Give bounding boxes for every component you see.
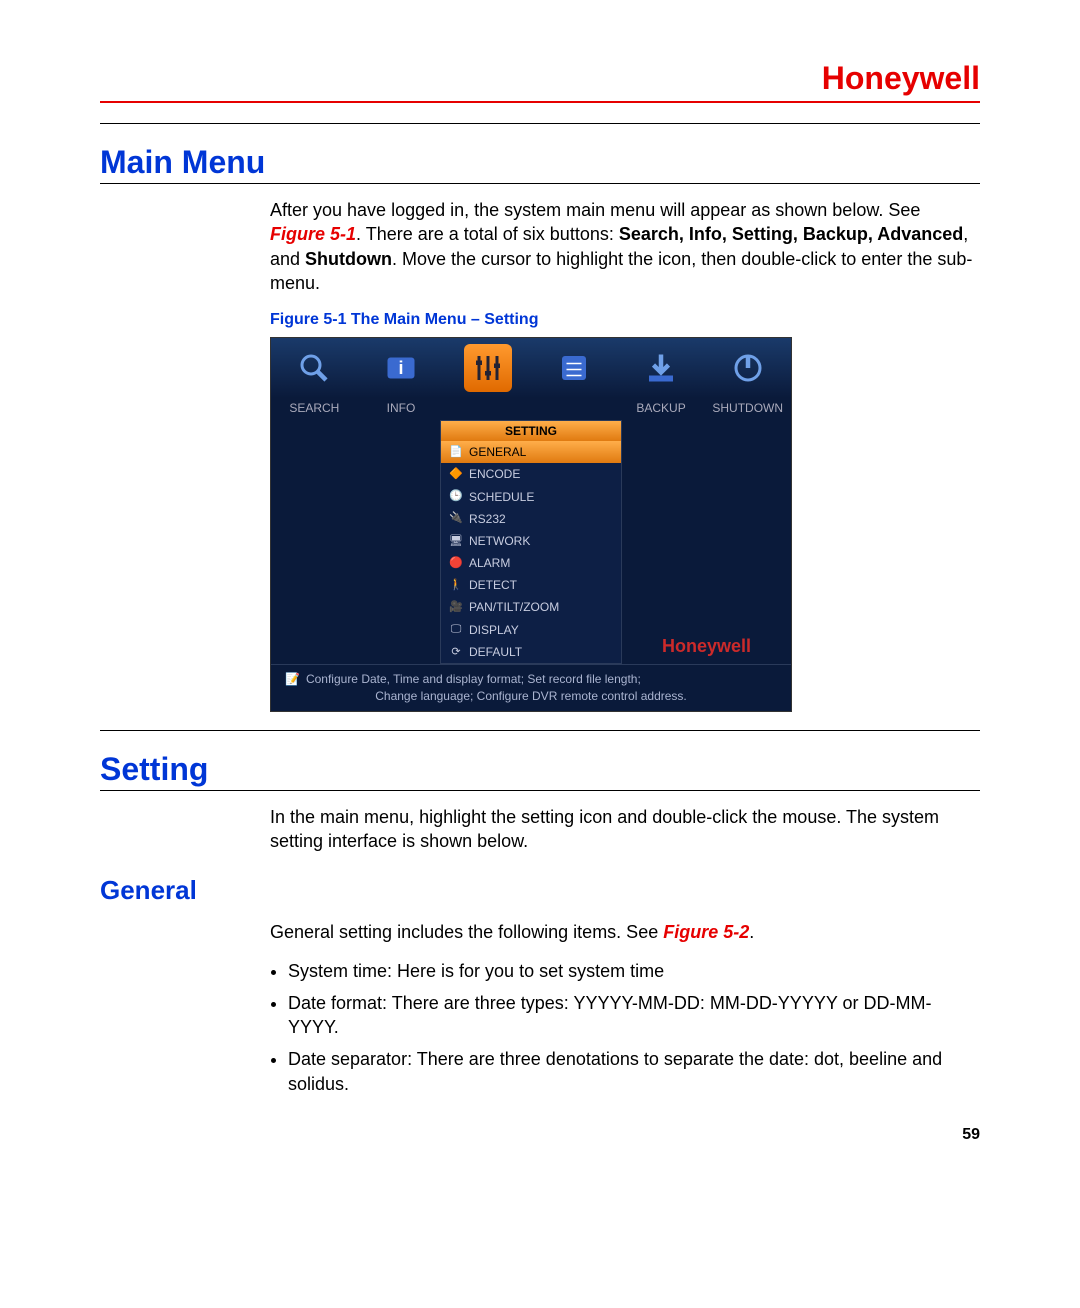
dvr-submenu-head: SETTING [441,421,621,441]
general-intro: General setting includes the following i… [270,920,980,944]
text: . There are a total of six buttons: [356,224,619,244]
network-icon: 🖥 [449,534,463,548]
dvr-submenu-rs232[interactable]: 🔌 RS232 [441,508,621,530]
dvr-toolbar-label: SEARCH [271,400,358,416]
dvr-toolbar-search[interactable] [271,338,358,398]
bold-buttons-list: Search, Info, Setting, Backup, Advanced [619,224,963,244]
general-bullet-list: System time: Here is for you to set syst… [288,959,980,1096]
label: ENCODE [469,466,520,482]
dvr-main-menu-screenshot: i SEARCH INFO BACKUP SHUTDOWN SETTING 📄 G… [270,337,792,712]
dvr-toolbar-setting[interactable] [444,338,531,398]
setting-paragraph: In the main menu, highlight the setting … [270,805,980,854]
text: After you have logged in, the system mai… [270,200,920,220]
label: DEFAULT [469,644,522,660]
brand-logo: Honeywell [100,60,980,97]
rs232-icon: 🔌 [449,512,463,526]
label: RS232 [469,511,506,527]
dvr-submenu-display[interactable]: 🖵 DISPLAY [441,619,621,641]
dvr-brand: Honeywell [622,420,791,664]
dvr-submenu-general[interactable]: 📄 GENERAL [441,441,621,463]
label: PAN/TILT/ZOOM [469,599,559,615]
label: ALARM [469,555,510,571]
label: NETWORK [469,533,530,549]
label: DISPLAY [469,622,519,638]
dvr-submenu-schedule[interactable]: 🕒 SCHEDULE [441,486,621,508]
dvr-toolbar-label [444,400,531,416]
dvr-toolbar-labels: SEARCH INFO BACKUP SHUTDOWN [271,398,791,420]
dvr-submenu-network[interactable]: 🖥 NETWORK [441,530,621,552]
default-icon: ⟳ [449,645,463,659]
dvr-toolbar-label: SHUTDOWN [704,400,791,416]
dvr-toolbar-shutdown[interactable] [704,338,791,398]
svg-text:i: i [398,358,403,378]
heading-setting: Setting [100,751,980,788]
text: . [749,922,754,942]
dvr-toolbar-info[interactable]: i [358,338,445,398]
section-rule-bottom-2 [100,790,980,791]
hint-text-2: Change language; Configure DVR remote co… [281,688,781,705]
dvr-setting-submenu: SETTING 📄 GENERAL 🔶 ENCODE 🕒 SCHEDULE 🔌 RS23… [440,420,622,664]
figure-ref-5-1: Figure 5-1 [270,224,356,244]
dvr-submenu-detect[interactable]: 🚶 DETECT [441,574,621,596]
heading-main-menu: Main Menu [100,144,980,181]
section-rule-bottom [100,183,980,184]
hint-icon: 📝 [285,671,300,688]
ptz-icon: 🎥 [449,601,463,615]
schedule-icon: 🕒 [449,490,463,504]
bullet-item: System time: Here is for you to set syst… [288,959,980,983]
dvr-toolbar-label: BACKUP [618,400,705,416]
dvr-toolbar: i [271,338,791,398]
section-rule-top [100,123,980,124]
main-menu-paragraph: After you have logged in, the system mai… [270,198,980,295]
label: GENERAL [469,444,526,460]
bullet-item: Date separator: There are three denotati… [288,1047,980,1096]
header-rule [100,101,980,103]
text: General setting includes the following i… [270,922,663,942]
detect-icon: 🚶 [449,578,463,592]
dvr-toolbar-label: INFO [358,400,445,416]
bullet-item: Date format: There are three types: YYYY… [288,991,980,1040]
encode-icon: 🔶 [449,467,463,481]
page-number: 59 [100,1126,980,1144]
label: SCHEDULE [469,489,534,505]
dvr-submenu-ptz[interactable]: 🎥 PAN/TILT/ZOOM [441,596,621,618]
figure-ref-5-2: Figure 5-2 [663,922,749,942]
display-icon: 🖵 [449,623,463,637]
dvr-submenu-default[interactable]: ⟳ DEFAULT [441,641,621,663]
dvr-submenu-alarm[interactable]: 🔴 ALARM [441,552,621,574]
label: DETECT [469,577,517,593]
dvr-submenu-encode[interactable]: 🔶 ENCODE [441,463,621,485]
figure-caption-5-1: Figure 5-1 The Main Menu – Setting [270,309,980,331]
dvr-hint-bar: 📝 Configure Date, Time and display format… [271,664,791,711]
dvr-toolbar-label [531,400,618,416]
general-icon: 📄 [449,445,463,459]
dvr-toolbar-backup[interactable] [618,338,705,398]
heading-general: General [100,875,980,906]
dvr-toolbar-advanced[interactable] [531,338,618,398]
section-rule-top-2 [100,730,980,731]
alarm-icon: 🔴 [449,556,463,570]
bold-shutdown: Shutdown [305,249,392,269]
hint-text-1: Configure Date, Time and display format;… [306,671,641,688]
